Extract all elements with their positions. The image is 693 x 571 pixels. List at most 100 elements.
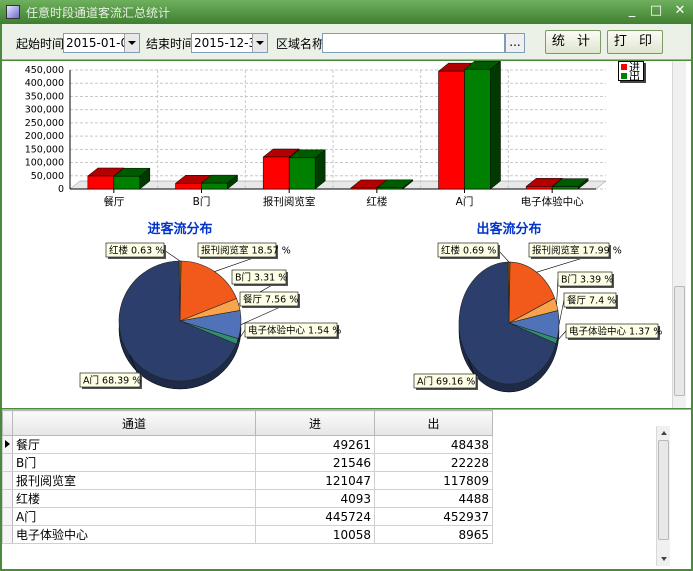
chevron-down-icon	[256, 41, 264, 45]
pie-label-text: 报刊阅览室 18.57 %	[201, 245, 291, 257]
traffic-table: 通道 进 出 餐厅 49261 48438 B门 21546 22228 报刊阅览室 1210…	[2, 410, 493, 544]
y-tick-label: 200,000	[25, 131, 64, 142]
pie-data-label: 电子体验中心 1.37 %	[565, 323, 662, 340]
title-bar[interactable]: 任意时段通道客流汇总统计 _ □ ✕	[0, 0, 693, 24]
cell-channel[interactable]: 报刊阅览室	[12, 471, 256, 490]
cell-in[interactable]: 121047	[255, 471, 375, 490]
maximize-button[interactable]: □	[649, 3, 663, 19]
column-header-channel[interactable]: 通道	[12, 410, 256, 436]
y-tick-label: 250,000	[25, 118, 64, 129]
legend-item-out: 出	[619, 70, 643, 80]
y-tick-label: 450,000	[25, 65, 64, 76]
row-indicator[interactable]	[2, 525, 13, 544]
cell-out[interactable]: 4488	[374, 489, 493, 508]
pie-label-text: 报刊阅览室 17.99 %	[532, 245, 622, 257]
pie-label-text: 电子体验中心 1.54 %	[248, 325, 341, 337]
start-date-picker[interactable]: 2015-01-01	[63, 33, 140, 53]
cell-in[interactable]: 10058	[255, 525, 375, 544]
bar-in	[87, 175, 115, 190]
pie-data-label: 红楼 0.69 %	[437, 242, 500, 259]
y-tick-label: 400,000	[25, 78, 64, 89]
legend-swatch-out	[621, 72, 627, 79]
chart-floor	[69, 180, 607, 190]
area-name-label: 区域名称	[276, 37, 325, 51]
area-browse-button[interactable]: ...	[505, 33, 525, 53]
cell-out[interactable]: 117809	[374, 471, 493, 490]
cell-out[interactable]: 48438	[374, 435, 493, 454]
x-tick-label: 红楼	[366, 195, 387, 208]
row-indicator[interactable]	[2, 453, 13, 472]
row-indicator[interactable]	[2, 471, 13, 490]
pie-title: 进客流分布	[147, 221, 212, 237]
bar-out	[376, 187, 404, 190]
x-tick-label: 报刊阅览室	[263, 195, 316, 208]
row-indicator[interactable]	[2, 435, 13, 454]
cell-channel[interactable]: A门	[12, 507, 256, 526]
pie-data-label: 餐厅 7.4 %	[563, 292, 618, 309]
pie-data-label: 红楼 0.63 %	[105, 242, 166, 259]
pie-label-text: A门 69.16 %	[417, 376, 475, 388]
chart-scrollbar-thumb[interactable]	[674, 286, 685, 396]
x-tick-label: 餐厅	[103, 195, 124, 208]
cell-out[interactable]: 8965	[374, 525, 493, 544]
pie-data-label: A门 68.39 %	[79, 372, 142, 389]
bar-in	[438, 70, 465, 190]
pie-data-label: 电子体验中心 1.54 %	[244, 322, 341, 339]
x-tick-label: B门	[193, 195, 211, 208]
x-tick-label: A门	[456, 195, 474, 208]
table-row[interactable]: A门 445724 452937	[2, 507, 493, 526]
arrow-up-icon	[660, 431, 667, 435]
start-time-label: 起始时间	[16, 37, 65, 51]
pie-label-text: A门 68.39 %	[83, 375, 141, 387]
print-button[interactable]: 打 印	[607, 30, 663, 54]
bar-out	[464, 68, 491, 190]
bar-in	[525, 186, 553, 190]
close-button[interactable]: ✕	[673, 3, 687, 19]
bar-in	[262, 156, 290, 190]
pie-label-text: B门 3.31 %	[235, 272, 287, 284]
table-row[interactable]: 红楼 4093 4488	[2, 489, 493, 508]
table-row[interactable]: 电子体验中心 10058 8965	[2, 525, 493, 544]
start-date-dropdown[interactable]	[124, 34, 139, 52]
chart-scrollbar[interactable]	[672, 61, 686, 408]
table-row[interactable]: 报刊阅览室 121047 117809	[2, 471, 493, 490]
cell-out[interactable]: 452937	[374, 507, 493, 526]
window-title: 任意时段通道客流汇总统计	[26, 5, 171, 20]
cell-in[interactable]: 445724	[255, 507, 375, 526]
cell-in[interactable]: 21546	[255, 453, 375, 472]
area-name-input[interactable]	[322, 33, 505, 53]
pie-data-label: B门 3.31 %	[231, 269, 288, 286]
end-date-picker[interactable]: 2015-12-31	[191, 33, 268, 53]
y-tick-label: 150,000	[25, 144, 64, 155]
table-scrollbar[interactable]	[656, 426, 670, 566]
column-header-in[interactable]: 进	[255, 410, 375, 436]
row-indicator[interactable]	[2, 489, 13, 508]
app-window: 任意时段通道客流汇总统计 _ □ ✕ 起始时间 2015-01-01 结束时间 …	[0, 0, 693, 571]
stat-button[interactable]: 统 计	[545, 30, 601, 54]
cell-in[interactable]: 4093	[255, 489, 375, 508]
row-indicator-header	[2, 410, 13, 436]
scroll-up-button[interactable]	[657, 426, 670, 440]
cell-channel[interactable]: B门	[12, 453, 256, 472]
bar-in	[350, 187, 378, 190]
scroll-down-button[interactable]	[657, 552, 670, 566]
table-scrollbar-thumb[interactable]	[658, 440, 669, 540]
column-header-out[interactable]: 出	[374, 410, 493, 436]
pie-data-label: B门 3.39 %	[557, 271, 614, 288]
pie-data-label: A门 69.16 %	[413, 373, 478, 390]
cell-channel[interactable]: 电子体验中心	[12, 525, 256, 544]
pie-data-label: 报刊阅览室 17.99 %	[528, 242, 622, 259]
cell-in[interactable]: 49261	[255, 435, 375, 454]
minimize-button[interactable]: _	[625, 3, 639, 19]
table-row[interactable]: B门 21546 22228	[2, 453, 493, 472]
cell-out[interactable]: 22228	[374, 453, 493, 472]
bar-out	[113, 175, 141, 190]
chart-canvas: 0 50,000 100,000 150,000 200,000 250,000 300,0…	[25, 61, 662, 393]
cell-channel[interactable]: 餐厅	[12, 435, 256, 454]
cell-channel[interactable]: 红楼	[12, 489, 256, 508]
table-row[interactable]: 餐厅 49261 48438	[2, 435, 493, 454]
app-icon	[6, 5, 20, 19]
end-date-dropdown[interactable]	[252, 34, 267, 52]
y-tick-label: 300,000	[25, 105, 64, 116]
row-indicator[interactable]	[2, 507, 13, 526]
